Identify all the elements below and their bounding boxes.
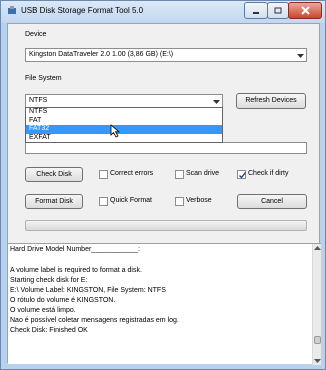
file-system-select-value: NTFS bbox=[29, 97, 48, 104]
usb-icon bbox=[7, 6, 17, 16]
device-label: Device bbox=[25, 31, 47, 38]
file-system-select[interactable]: NTFS bbox=[25, 94, 223, 108]
progress-bar bbox=[25, 220, 307, 231]
file-system-label: File System bbox=[25, 75, 62, 82]
window-title: USB Disk Storage Format Tool 5.0 bbox=[21, 6, 144, 15]
dropdown-option[interactable]: EXFAT bbox=[26, 134, 222, 143]
verbose-label: Verbose bbox=[186, 197, 212, 204]
log-line: Hard Drive Model Number____________: bbox=[10, 246, 140, 253]
log-line: Starting check disk for E: bbox=[10, 277, 88, 284]
dropdown-option[interactable]: NTFS bbox=[26, 108, 222, 117]
app-window: USB Disk Storage Format Tool 5.0 Device … bbox=[0, 0, 326, 370]
minimize-button[interactable] bbox=[244, 2, 268, 19]
log-line: Nao é possível coletar mensagens registr… bbox=[10, 317, 179, 324]
chevron-down-icon bbox=[213, 100, 220, 104]
log-output[interactable]: Hard Drive Model Number____________: A v… bbox=[8, 243, 321, 365]
log-line: O rótulo do volume é KINGSTON. bbox=[10, 297, 116, 304]
minimize-icon bbox=[253, 11, 259, 14]
dropdown-option[interactable]: FAT bbox=[26, 117, 222, 126]
device-select-value: Kingston DataTraveler 2.0 1.00 (3,86 GB)… bbox=[29, 51, 174, 58]
volume-label-input[interactable] bbox=[25, 142, 307, 154]
correct-errors-label: Correct errors bbox=[110, 170, 154, 177]
maximize-icon bbox=[274, 7, 282, 14]
scroll-up-icon bbox=[314, 246, 321, 250]
scan-drive-label: Scan drive bbox=[186, 170, 220, 177]
file-system-dropdown-list[interactable]: NTFS FAT FAT32 EXFAT bbox=[25, 107, 223, 143]
maximize-button[interactable] bbox=[267, 2, 289, 19]
close-icon bbox=[300, 6, 310, 15]
verbose-checkbox[interactable] bbox=[175, 197, 184, 206]
mouse-cursor-icon bbox=[110, 124, 121, 138]
format-disk-button[interactable]: Format Disk bbox=[25, 194, 83, 209]
refresh-devices-button[interactable]: Refresh Devices bbox=[236, 93, 306, 109]
checkmark-icon bbox=[239, 172, 247, 179]
main-panel: Device Kingston DataTraveler 2.0 1.00 (3… bbox=[7, 23, 321, 365]
correct-errors-checkbox[interactable] bbox=[99, 170, 108, 179]
title-bar[interactable]: USB Disk Storage Format Tool 5.0 bbox=[1, 1, 325, 23]
dropdown-option-highlighted[interactable]: FAT32 bbox=[26, 125, 222, 134]
chevron-down-icon bbox=[297, 54, 304, 58]
check-disk-button[interactable]: Check Disk bbox=[25, 167, 83, 182]
scan-drive-checkbox[interactable] bbox=[175, 170, 184, 179]
check-if-dirty-label: Check if dirty bbox=[248, 170, 289, 177]
log-line: E:\ Volume Label: KINGSTON, File System:… bbox=[10, 287, 166, 294]
log-line: A volume label is required to format a d… bbox=[10, 267, 142, 274]
close-button[interactable] bbox=[288, 2, 322, 19]
check-if-dirty-checkbox[interactable] bbox=[237, 170, 247, 179]
log-line: O volume está limpo. bbox=[10, 307, 76, 314]
cancel-button[interactable]: Cancel bbox=[237, 194, 307, 209]
log-line: Check Disk: Finished OK bbox=[10, 327, 88, 334]
device-select[interactable]: Kingston DataTraveler 2.0 1.00 (3,86 GB)… bbox=[25, 48, 307, 62]
log-scrollbar[interactable] bbox=[312, 244, 321, 365]
quick-format-checkbox[interactable] bbox=[99, 197, 108, 206]
quick-format-label: Quick Format bbox=[110, 197, 153, 204]
scrollbar-thumb[interactable] bbox=[314, 336, 321, 344]
scroll-down-icon bbox=[314, 359, 321, 363]
